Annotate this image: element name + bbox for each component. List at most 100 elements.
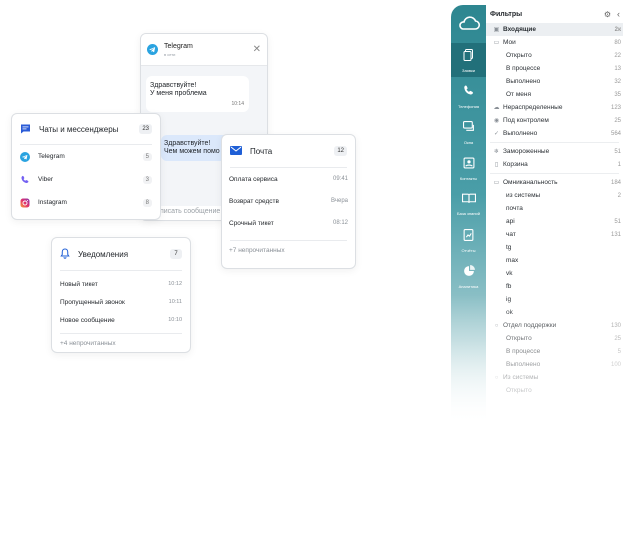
filter-label: Замороженные	[503, 148, 550, 155]
filter-subitem[interactable]: Открыто 25	[486, 332, 623, 345]
filter-label: Открыто	[506, 52, 532, 59]
notification-row[interactable]: Новое сообщение 10:10	[52, 311, 190, 329]
filter-item[interactable]: ○ Из системы	[486, 371, 623, 384]
mail-unread-link[interactable]: +7 непрочитанных	[222, 241, 355, 260]
chats-count-badge: 23	[139, 124, 152, 134]
filter-item[interactable]: ▭ Омниканальность 184	[486, 176, 623, 189]
incoming-line-1: Здравствуйте!	[150, 82, 197, 89]
filter-label: из системы	[506, 192, 541, 199]
filter-count: 1	[617, 161, 621, 168]
filter-subitem[interactable]: Открыто	[486, 384, 623, 397]
filter-count: 13	[614, 65, 621, 72]
filter-label: От меня	[506, 91, 532, 98]
rail-item-contacts[interactable]: Контакты	[451, 151, 486, 185]
filter-subitem[interactable]: Открыто 22	[486, 49, 623, 62]
mail-subject: Оплата сервиса	[229, 175, 278, 183]
rail-label: База знаний	[457, 211, 480, 216]
filter-subitem[interactable]: max	[486, 254, 623, 267]
filter-label: почта	[506, 205, 523, 212]
filter-item[interactable]: ○ Отдел поддержки 130	[486, 319, 623, 332]
filter-item[interactable]: ✓ Выполнено 564	[486, 127, 623, 140]
chat-title-block: Telegram в сети	[164, 43, 193, 57]
filter-subitem[interactable]: почта	[486, 202, 623, 215]
mail-row[interactable]: Срочный тикет 08:12	[222, 212, 355, 234]
contacts-icon	[463, 157, 474, 169]
incoming-line-2: У меня проблема	[150, 90, 207, 97]
check-icon: ✓	[493, 131, 500, 137]
filter-label: ok	[506, 309, 513, 316]
filter-subitem[interactable]: vk	[486, 267, 623, 280]
messenger-row-instagram[interactable]: Instagram 8	[12, 191, 160, 214]
mail-row[interactable]: Оплата сервиса 09:41	[222, 168, 355, 190]
filter-count: 25	[614, 335, 621, 342]
filter-count: 51	[614, 148, 621, 155]
filter-label: Открыто	[506, 335, 532, 342]
cloud-logo-icon[interactable]	[457, 13, 481, 33]
filter-item[interactable]: ▯ Корзина 1	[486, 158, 623, 171]
chat-status: в сети	[164, 51, 176, 57]
filter-count: 35	[614, 91, 621, 98]
notification-time: 10:11	[168, 299, 182, 305]
chats-card-header[interactable]: Чаты и мессенджеры 23	[12, 114, 160, 144]
cloud-icon: ☁	[493, 105, 500, 111]
filter-subitem[interactable]: fb	[486, 280, 623, 293]
filter-subitem[interactable]: api 51	[486, 215, 623, 228]
notifications-unread-link[interactable]: +4 непрочитанных	[52, 334, 190, 353]
filter-subitem[interactable]: Выполнено 32	[486, 75, 623, 88]
filter-label: ig	[506, 296, 512, 303]
chats-card-title: Чаты и мессенджеры	[39, 124, 119, 134]
notifications-card-header[interactable]: Уведомления 7	[52, 238, 190, 270]
messenger-row-telegram[interactable]: Telegram 5	[12, 145, 160, 168]
rail-item-windows[interactable]: Окна	[451, 115, 486, 149]
rail-item-analytics[interactable]: Аналитика	[451, 259, 486, 293]
filter-subitem[interactable]: ok	[486, 306, 623, 319]
filter-label: Под контролем	[503, 117, 549, 124]
rail-item-reports[interactable]: Отчёты	[451, 223, 486, 257]
chats-card: Чаты и мессенджеры 23 Telegram 5 Viber 3…	[11, 113, 161, 220]
rail-item-knowledge-base[interactable]: База знаний	[451, 187, 486, 221]
filter-subitem[interactable]: Выполнено 100	[486, 358, 623, 371]
rail-item-telephony[interactable]: Телефония	[451, 79, 486, 113]
filter-label: tg	[506, 244, 512, 251]
mail-subject: Срочный тикет	[229, 219, 274, 227]
filter-subitem[interactable]: из системы 2	[486, 189, 623, 202]
filter-count: 123	[610, 104, 621, 111]
trash-icon: ▯	[494, 162, 499, 168]
chevron-left-icon[interactable]: ‹	[617, 9, 620, 19]
filter-label: Открыто	[506, 387, 532, 394]
notifications-count-badge: 7	[170, 249, 182, 259]
filter-label: fb	[506, 283, 512, 290]
filter-subitem[interactable]: От меня 35	[486, 88, 623, 101]
rail-label: Заявки	[462, 68, 475, 73]
messenger-count: 8	[142, 198, 152, 207]
messenger-row-viber[interactable]: Viber 3	[12, 168, 160, 191]
messenger-label: Telegram	[38, 153, 65, 160]
filter-label: В процессе	[506, 348, 541, 355]
tickets-icon	[463, 49, 473, 61]
notification-label: Пропущенный звонок	[60, 298, 125, 306]
chat-name: Telegram	[164, 42, 193, 50]
mail-card-header[interactable]: Почта 12	[222, 135, 355, 167]
filter-item[interactable]: ☁ Нераспределенные 123	[486, 101, 623, 114]
filter-label: чат	[506, 231, 516, 238]
notification-time: 10:10	[168, 317, 182, 323]
filter-subitem[interactable]: tg	[486, 241, 623, 254]
filter-count: 564	[610, 130, 621, 137]
filter-item[interactable]: ❄ Замороженные 51	[486, 145, 623, 158]
messenger-count: 5	[142, 152, 152, 161]
messenger-label: Instagram	[38, 199, 67, 206]
filter-subitem[interactable]: чат 131	[486, 228, 623, 241]
close-icon[interactable]: ✕	[253, 44, 261, 55]
gear-icon[interactable]: ⚙	[604, 10, 611, 19]
filter-subitem[interactable]: ig	[486, 293, 623, 306]
filter-subitem[interactable]: В процессе 13	[486, 62, 623, 75]
filter-label: api	[506, 218, 515, 225]
filter-subitem[interactable]: В процессе 5	[486, 345, 623, 358]
filter-item[interactable]: ◉ Под контролем 25	[486, 114, 623, 127]
notification-row[interactable]: Пропущенный звонок 10:11	[52, 293, 190, 311]
mail-row[interactable]: Возврат средств Вчера	[222, 190, 355, 212]
notification-row[interactable]: Новый тикет 10:12	[52, 275, 190, 293]
rail-item-requests[interactable]: Заявки	[451, 43, 486, 77]
filter-item[interactable]: ▣ Входящие 2к	[486, 23, 623, 36]
filter-item[interactable]: ▭ Мои 80	[486, 36, 623, 49]
